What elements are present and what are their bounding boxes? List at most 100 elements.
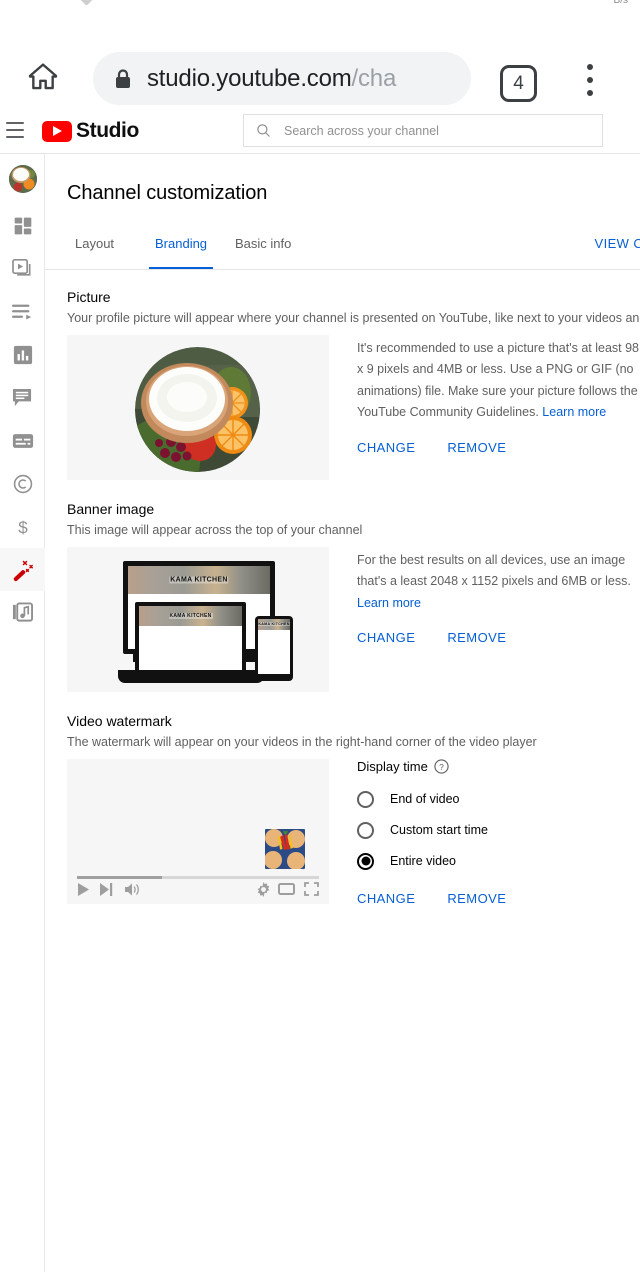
network-speed-unit: B/s — [613, 0, 628, 6]
view-channel-link[interactable]: VIEW CHA — [595, 236, 640, 251]
studio-logo[interactable]: Studio — [42, 119, 139, 143]
search-icon — [256, 123, 271, 138]
radio-label: Entire video — [390, 854, 457, 869]
bar-chart-icon — [13, 345, 32, 364]
laptop-base — [118, 669, 264, 683]
picture-remove-button[interactable]: REMOVE — [447, 440, 506, 455]
tab-bar: Layout Branding Basic info VIEW CHA — [45, 226, 640, 270]
sidebar-item-channel-avatar[interactable] — [0, 154, 45, 204]
picture-heading: Picture — [67, 289, 111, 305]
picture-description: It's recommended to use a picture that's… — [357, 338, 640, 424]
phone-device-icon: KAMA KITCHEN — [255, 615, 293, 681]
watermark-heading: Video watermark — [67, 713, 172, 729]
hamburger-menu-icon[interactable] — [6, 122, 24, 138]
studio-logo-text: Studio — [76, 119, 139, 142]
display-time-label: Display time — [357, 758, 428, 774]
left-nav-rail: $ — [0, 154, 45, 1272]
copyright-c-icon — [13, 474, 32, 493]
sidebar-item-earn[interactable]: $ — [0, 505, 45, 548]
banner-description-text: For the best results on all devices, use… — [357, 552, 631, 589]
main-content: Channel customization Layout Branding Ba… — [45, 154, 640, 1278]
player-controls — [77, 881, 319, 900]
picture-learn-more-link[interactable]: Learn more — [542, 405, 606, 419]
page-title: Channel customization — [67, 182, 268, 204]
tab-counter-button[interactable]: 4 — [500, 65, 537, 102]
radio-button[interactable] — [357, 821, 374, 839]
playlist-lines-icon — [11, 304, 31, 319]
radio-entire-video[interactable]: Entire video — [357, 846, 640, 877]
sidebar-item-comments[interactable] — [0, 376, 45, 419]
banner-preview-text-tv: KAMA KITCHEN — [169, 576, 229, 584]
radio-end-of-video[interactable]: End of video — [357, 784, 640, 815]
watermark-image — [265, 828, 305, 869]
picture-preview[interactable] — [67, 334, 329, 480]
watermark-change-button[interactable]: CHANGE — [357, 891, 415, 906]
picture-subtitle: Your profile picture will appear where y… — [67, 311, 640, 325]
android-status-bar: B/s — [0, 0, 640, 14]
comment-bubble-icon — [12, 388, 32, 406]
status-indicator-icon — [80, 0, 93, 6]
search-input[interactable]: Search across your channel — [243, 114, 603, 147]
radio-button[interactable] — [357, 790, 374, 808]
subtitles-icon — [12, 433, 33, 448]
section-banner: Banner image This image will appear acro… — [67, 501, 640, 692]
dollar-sign-icon: $ — [18, 518, 28, 537]
sidebar-item-subtitles[interactable] — [0, 419, 45, 462]
tab-basic-info[interactable]: Basic info — [235, 236, 291, 263]
player-progress-bar[interactable] — [77, 875, 319, 879]
radio-label: End of video — [390, 792, 460, 807]
help-circle-icon[interactable]: ? — [434, 759, 449, 774]
url-text: studio.youtube.com/cha — [147, 65, 396, 93]
svg-text:?: ? — [439, 762, 444, 772]
browser-menu-button[interactable] — [578, 64, 602, 104]
tab-count-label: 4 — [513, 72, 524, 94]
sidebar-item-playlists[interactable] — [0, 290, 45, 333]
video-play-stack-icon — [11, 258, 30, 276]
play-icon[interactable] — [77, 882, 90, 897]
avatar — [8, 165, 37, 193]
theater-mode-icon[interactable] — [278, 882, 295, 896]
laptop-device-icon: KAMA KITCHEN — [135, 601, 246, 674]
radio-label: Custom start time — [390, 823, 488, 838]
three-dot-menu-icon — [587, 64, 593, 70]
banner-preview-text-laptop: KAMA KITCHEN — [168, 612, 213, 619]
banner-preview-text-phone: KAMA KITCHEN — [258, 622, 290, 627]
studio-header: Studio Search across your channel — [0, 107, 640, 154]
avatar-icon — [8, 165, 37, 193]
settings-gear-icon[interactable] — [256, 881, 271, 897]
tab-branding[interactable]: Branding — [148, 236, 214, 269]
sidebar-item-dashboard[interactable] — [0, 204, 45, 247]
youtube-play-icon — [42, 120, 72, 142]
dashboard-grid-icon — [14, 217, 31, 234]
magic-wand-icon — [13, 560, 33, 581]
svg-text:$: $ — [18, 518, 28, 537]
sidebar-item-analytics[interactable] — [0, 333, 45, 376]
banner-preview[interactable]: KAMA KITCHEN KAMA KITCHEN KAMA KITCHEN — [67, 546, 329, 692]
watermark-preview-player[interactable] — [67, 758, 329, 904]
next-icon[interactable] — [99, 882, 113, 897]
sidebar-item-content[interactable] — [0, 247, 45, 290]
lock-icon — [115, 68, 131, 89]
screen: B/s studio.youtube.com/cha 4 Studio Sear… — [0, 0, 640, 1278]
banner-subtitle: This image will appear across the top of… — [67, 523, 363, 537]
section-watermark: Video watermark The watermark will appea… — [67, 713, 640, 906]
url-path: /cha — [351, 64, 397, 92]
picture-change-button[interactable]: CHANGE — [357, 440, 415, 455]
sidebar-item-customization[interactable] — [0, 548, 45, 591]
volume-icon[interactable] — [124, 882, 140, 897]
tab-layout[interactable]: Layout — [75, 236, 114, 263]
browser-toolbar: studio.youtube.com/cha 4 — [0, 14, 640, 107]
radio-button-selected[interactable] — [357, 852, 374, 870]
banner-learn-more-link[interactable]: Learn more — [357, 596, 421, 610]
profile-picture-image — [135, 346, 260, 472]
watermark-subtitle: The watermark will appear on your videos… — [67, 735, 537, 749]
address-bar[interactable]: studio.youtube.com/cha — [93, 52, 471, 105]
home-button[interactable] — [24, 58, 62, 96]
banner-change-button[interactable]: CHANGE — [357, 630, 415, 645]
sidebar-item-copyright[interactable] — [0, 462, 45, 505]
sidebar-item-audio-library[interactable] — [0, 591, 45, 634]
radio-custom-start-time[interactable]: Custom start time — [357, 815, 640, 846]
watermark-remove-button[interactable]: REMOVE — [447, 891, 506, 906]
fullscreen-icon[interactable] — [304, 881, 319, 896]
banner-remove-button[interactable]: REMOVE — [447, 630, 506, 645]
